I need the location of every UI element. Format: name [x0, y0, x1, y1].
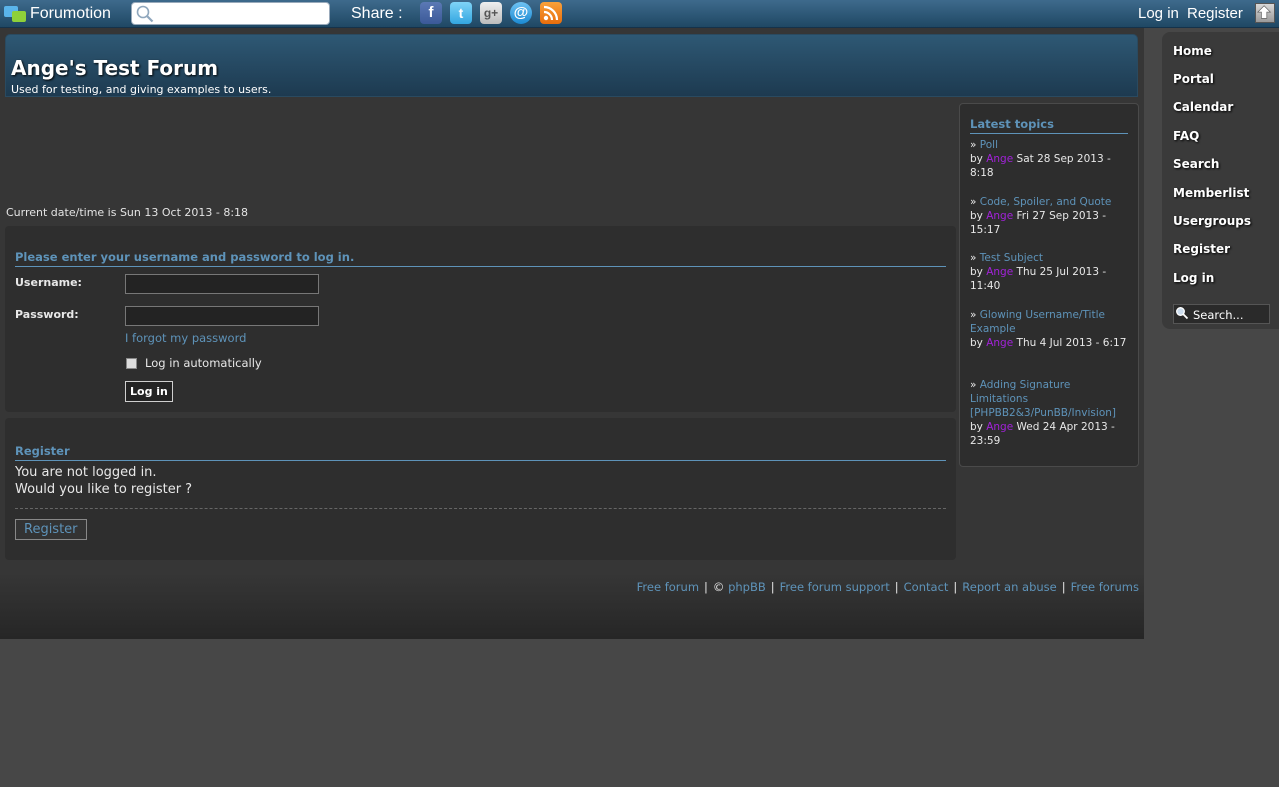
forum-header: Ange's Test Forum Used for testing, and …	[5, 34, 1138, 97]
topic-bullet: »	[970, 379, 980, 391]
share-label: Share :	[351, 5, 403, 22]
sidebar-item-calendar[interactable]: Calendar	[1173, 100, 1233, 114]
sidebar-item-search[interactable]: Search	[1173, 157, 1219, 171]
register-panel-title: Register	[15, 444, 70, 458]
footer-link-free-forums[interactable]: Free forums	[1071, 580, 1139, 594]
topic-link[interactable]: Adding Signature Limitations [PHPBB2&3/P…	[970, 379, 1116, 419]
sidebar-item-register[interactable]: Register	[1173, 242, 1230, 256]
divider	[15, 266, 946, 267]
topic-author[interactable]: Ange	[986, 153, 1013, 165]
footer-link-free-forum[interactable]: Free forum	[637, 580, 699, 594]
topic-bullet: »	[970, 309, 980, 321]
latest-topics-widget: Latest topics » Poll by Ange Sat 28 Sep …	[959, 103, 1139, 467]
toolbar-login-link[interactable]: Log in	[1138, 5, 1179, 22]
toolbar-register-link[interactable]: Register	[1187, 5, 1243, 22]
topic-item: » Adding Signature Limitations [PHPBB2&3…	[970, 378, 1130, 448]
topic-author[interactable]: Ange	[986, 337, 1013, 349]
search-icon	[136, 5, 154, 23]
current-datetime: Current date/time is Sun 13 Oct 2013 - 8…	[6, 206, 249, 219]
separator: |	[894, 580, 899, 594]
separator: |	[770, 580, 775, 594]
topic-author[interactable]: Ange	[986, 421, 1013, 433]
sidebar-search-input[interactable]: Search...	[1173, 304, 1270, 324]
forumotion-toolbar: Forumotion Share : f t g+ @ Log in Regis…	[0, 0, 1279, 28]
topic-by: by	[970, 266, 987, 278]
topic-date: Thu 4 Jul 2013 - 6:17	[1013, 337, 1127, 349]
topic-by: by	[970, 421, 987, 433]
topic-bullet: »	[970, 252, 980, 264]
footer-link-phpbb[interactable]: phpBB	[728, 580, 766, 594]
toolbar-search-input[interactable]	[131, 2, 330, 25]
sidebar-item-faq[interactable]: FAQ	[1173, 129, 1199, 143]
topic-link[interactable]: Code, Spoiler, and Quote	[980, 196, 1112, 208]
divider	[15, 460, 946, 461]
footer-link-contact[interactable]: Contact	[904, 580, 949, 594]
footer-links: Free forum | © phpBB | Free forum support | Co…	[637, 580, 1139, 594]
topic-bullet: »	[970, 139, 980, 151]
search-icon	[1176, 307, 1189, 320]
register-panel: Register You are not logged in. Would yo…	[5, 418, 956, 560]
sidebar-item-memberlist[interactable]: Memberlist	[1173, 186, 1249, 200]
topic-by: by	[970, 153, 987, 165]
topic-link[interactable]: Test Subject	[980, 252, 1043, 264]
separator: |	[953, 580, 958, 594]
register-prompt-text: Would you like to register ?	[15, 482, 193, 497]
sidebar-item-portal[interactable]: Portal	[1173, 72, 1214, 86]
password-label: Password:	[15, 308, 79, 321]
topic-by: by	[970, 337, 987, 349]
scroll-to-top-button[interactable]	[1255, 3, 1275, 23]
twitter-icon[interactable]: t	[450, 2, 472, 24]
register-button[interactable]: Register	[15, 519, 87, 540]
topic-item: » Code, Spoiler, and Quote by Ange Fri 2…	[970, 195, 1130, 237]
topic-author[interactable]: Ange	[986, 210, 1013, 222]
auto-login-label: Log in automatically	[145, 356, 262, 370]
topic-link[interactable]: Poll	[980, 139, 998, 151]
forgot-password-link[interactable]: I forgot my password	[125, 331, 246, 345]
topic-item: » Glowing Username/Title Example by Ange…	[970, 308, 1130, 350]
brand-name: Forumotion	[30, 5, 111, 22]
not-logged-in-text: You are not logged in.	[15, 465, 157, 480]
topic-item: » Poll by Ange Sat 28 Sep 2013 - 8:18	[970, 138, 1130, 180]
login-button[interactable]: Log in	[125, 381, 173, 402]
topic-item: » Test Subject by Ange Thu 25 Jul 2013 -…	[970, 251, 1130, 293]
topic-bullet: »	[970, 196, 980, 208]
sidebar-nav: Home Portal Calendar FAQ Search Memberli…	[1162, 32, 1279, 329]
footer-link-report-abuse[interactable]: Report an abuse	[962, 580, 1056, 594]
separator: |	[1061, 580, 1066, 594]
footer-link-support[interactable]: Free forum support	[780, 580, 890, 594]
email-icon[interactable]: @	[510, 2, 532, 24]
login-panel: Please enter your username and password …	[5, 226, 956, 412]
divider	[970, 133, 1128, 134]
latest-topics-title: Latest topics	[970, 117, 1054, 131]
google-plus-icon[interactable]: g+	[480, 2, 502, 24]
separator: |	[704, 580, 708, 594]
sidebar-item-login[interactable]: Log in	[1173, 271, 1214, 285]
topic-author[interactable]: Ange	[986, 266, 1013, 278]
username-label: Username:	[15, 276, 82, 289]
forumotion-logo[interactable]: Forumotion	[4, 4, 111, 24]
chat-bubbles-icon	[4, 5, 26, 23]
topic-link[interactable]: Glowing Username/Title Example	[970, 309, 1105, 335]
arrow-up-icon	[1256, 5, 1272, 19]
sidebar-item-usergroups[interactable]: Usergroups	[1173, 214, 1251, 228]
facebook-icon[interactable]: f	[420, 2, 442, 24]
rss-icon[interactable]	[540, 2, 562, 24]
auto-login-checkbox[interactable]	[126, 358, 137, 369]
topic-by: by	[970, 210, 987, 222]
sidebar-item-home[interactable]: Home	[1173, 44, 1212, 58]
sidebar-search-placeholder: Search...	[1193, 308, 1244, 322]
forum-description: Used for testing, and giving examples to…	[11, 83, 272, 96]
username-field[interactable]	[125, 274, 319, 294]
page-wrapper: Ange's Test Forum Used for testing, and …	[0, 28, 1144, 639]
dashed-divider	[15, 508, 946, 509]
copyright-symbol: ©	[712, 580, 725, 594]
forum-title[interactable]: Ange's Test Forum	[11, 56, 218, 80]
password-field[interactable]	[125, 306, 319, 326]
login-panel-title: Please enter your username and password …	[15, 250, 355, 264]
